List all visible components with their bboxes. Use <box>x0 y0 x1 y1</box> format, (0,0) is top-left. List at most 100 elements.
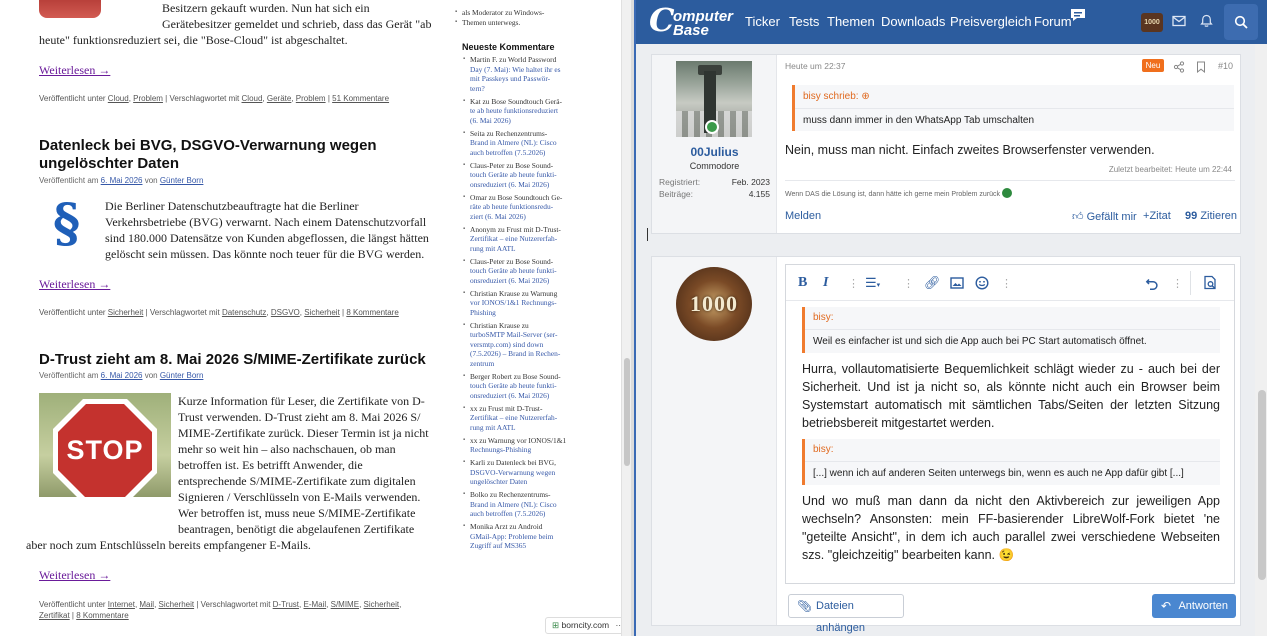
article-title[interactable]: D-Trust zieht am 8. Mai 2026 S/MIME-Zert… <box>39 351 426 369</box>
recent-comment-item[interactable]: Claus-Peter zu Bose Sound-touch Geräte a… <box>462 161 557 190</box>
nav-preisvergleich[interactable]: Preisvergleich <box>950 14 1032 29</box>
emoji-icon[interactable] <box>975 276 989 290</box>
recent-comments-title: Neueste Kommentare <box>462 42 555 52</box>
right-scrollbar[interactable] <box>1255 44 1267 636</box>
report-button[interactable]: Melden <box>785 210 821 222</box>
comments-link[interactable]: 8 Kommentare <box>346 308 398 317</box>
comment-line: zentrum <box>470 358 495 368</box>
post-timestamp[interactable]: Heute um 22:37 <box>785 61 845 71</box>
post-user-panel: 00Julius Commodore Registriert: Feb. 2023… <box>652 55 777 233</box>
article-title[interactable]: Datenleck bei BVG, DSGVO-Verwarnung wege… <box>39 137 377 155</box>
nav-ticker[interactable]: Ticker <box>745 14 780 29</box>
chat-icon[interactable] <box>1069 7 1087 23</box>
nav-downloads[interactable]: Downloads <box>881 14 945 29</box>
preview-icon[interactable] <box>1203 275 1218 290</box>
category-link[interactable]: Internet <box>108 600 135 609</box>
tag-link[interactable]: Zertifikat <box>39 611 70 620</box>
user-avatar-small[interactable]: 1000 <box>1141 13 1163 32</box>
right-scrollbar-thumb[interactable] <box>1258 390 1266 580</box>
mail-icon[interactable] <box>1172 15 1186 27</box>
tag-link[interactable]: Geräte <box>267 94 291 103</box>
borncity-badge[interactable]: ⊞ borncity.com ··· <box>545 617 630 634</box>
image-icon[interactable] <box>950 277 964 289</box>
recent-comment-item[interactable]: Seita zu Rechenzentrums-Brand in Almere … <box>462 129 557 158</box>
tag-link[interactable]: DSGVO <box>271 308 300 317</box>
link-icon[interactable]: 🔗︎ <box>924 275 941 291</box>
comment-line: rung mit AATL <box>470 422 516 432</box>
recent-comment-item[interactable]: Kat zu Bose Soundtouch Gerä-te ab heute … <box>462 97 562 126</box>
editor-content[interactable]: bisy: Weil es einfacher ist und sich die… <box>802 307 1220 564</box>
nav-forum[interactable]: Forum <box>1034 14 1072 29</box>
comments-link[interactable]: 8 Kommentare <box>76 611 128 620</box>
recent-comment-item[interactable]: Christian Krause zuturboSMTP Mail-Server… <box>462 321 560 369</box>
category-link[interactable]: Sicherheit <box>108 308 144 317</box>
recent-comment-item[interactable]: xx zu Warnung vor IONOS/1&1Rechnungs-Phi… <box>462 436 566 455</box>
tag-link[interactable]: Cloud <box>242 94 263 103</box>
tag-link[interactable]: D-Trust <box>273 600 299 609</box>
reply-editor[interactable]: B I ⋮ ☰▾ ⋮ 🔗︎ ⋮ ⋮ bisy: Weil es einfache… <box>785 264 1235 584</box>
tag-link[interactable]: S/MIME <box>331 600 359 609</box>
tag-link[interactable]: E-Mail <box>303 600 326 609</box>
recent-comment-item[interactable]: xx zu Frust mit D-Trust-Zertifikat – ein… <box>462 404 557 433</box>
date-link[interactable]: 6. Mai 2026 <box>101 176 143 185</box>
category-link[interactable]: Cloud <box>108 94 129 103</box>
left-scrollbar[interactable] <box>621 0 631 636</box>
search-button[interactable] <box>1224 4 1258 40</box>
post-username[interactable]: 00Julius <box>652 145 777 159</box>
quote-author[interactable]: bisy schrieb: ⊕ <box>803 91 870 102</box>
more-options-icon[interactable]: ⋮ <box>1001 277 1012 290</box>
left-scrollbar-thumb[interactable] <box>624 358 630 466</box>
editor-user-avatar[interactable]: 1000 <box>676 267 752 341</box>
tag-link[interactable]: Problem <box>296 94 326 103</box>
recent-comment-item[interactable]: Christian Krause zu Warnungvor IONOS/1&1… <box>462 289 557 318</box>
comments-link[interactable]: 51 Kommentare <box>332 94 389 103</box>
post-number[interactable]: #10 <box>1218 61 1233 71</box>
expand-quote-icon[interactable]: ⊕ <box>861 91 869 102</box>
category-link[interactable]: Sicherheit <box>159 600 195 609</box>
italic-icon[interactable]: I <box>823 275 828 291</box>
tag-link[interactable]: Sicherheit <box>304 308 340 317</box>
recent-comment-item[interactable]: Monika Arzt zu AndroidGMail-App: Problem… <box>462 522 553 551</box>
category-link[interactable]: Problem <box>133 94 163 103</box>
recent-comment-item[interactable]: Omar zu Bose Soundtouch Ge-räte ab heute… <box>462 193 562 222</box>
comment-line: Claus-Peter zu Bose Sound- <box>470 160 554 170</box>
recent-comment-item[interactable]: Berger Robert zu Bose Sound-touch Geräte… <box>462 372 561 401</box>
read-more-link[interactable]: Weiterlesen → <box>39 63 110 78</box>
more-options-icon[interactable]: ⋮ <box>848 277 859 290</box>
read-more-link[interactable]: Weiterlesen → <box>39 568 110 583</box>
bookmark-icon[interactable] <box>1196 61 1206 73</box>
recent-comment-item[interactable]: Claus-Peter zu Bose Sound-touch Geräte a… <box>462 257 557 286</box>
share-icon[interactable] <box>1173 61 1185 73</box>
attach-files-button[interactable]: 📎︎ Dateien anhängen <box>788 594 904 634</box>
article-text-line: betroffen ist. Es betrifft Anwender, die <box>178 458 363 472</box>
recent-comment-item[interactable]: Anonym zu Frust mit D-Trust-Zertifikat –… <box>462 225 561 254</box>
article-title-cont[interactable]: ungelöschter Daten <box>39 155 179 173</box>
cite-button[interactable]: 99 Zitieren <box>1185 210 1237 222</box>
recent-comment-item[interactable]: Karli zu Datenleck bei BVG,DSGVO-Verwarn… <box>462 458 556 487</box>
author-link[interactable]: Günter Born <box>160 176 204 185</box>
nav-themen[interactable]: Themen <box>827 14 875 29</box>
category-link[interactable]: Mail <box>139 600 154 609</box>
date-link[interactable]: 6. Mai 2026 <box>101 371 143 380</box>
meta-text: Veröffentlicht unter <box>39 308 108 317</box>
bold-icon[interactable]: B <box>798 275 807 291</box>
computerbase-logo[interactable]: C omputer Base <box>649 3 733 39</box>
nav-tests[interactable]: Tests <box>789 14 819 29</box>
read-more-link[interactable]: Weiterlesen → <box>39 277 110 292</box>
like-button[interactable]: 👍︎ Gefällt mir <box>1072 210 1137 223</box>
comment-line: touch Geräte ab heute funkti- <box>470 266 557 275</box>
recent-comment-item[interactable]: Bolko zu Rechenzentrums-Brand in Almere … <box>462 490 557 519</box>
tag-link[interactable]: Datenschutz <box>222 308 266 317</box>
list-icon[interactable]: ☰▾ <box>865 275 880 291</box>
author-link[interactable]: Günter Born <box>160 371 204 380</box>
article-byline: Veröffentlicht am 6. Mai 2026 von Günter… <box>39 371 203 380</box>
recent-comment-item[interactable]: Martin F. zu World PasswordDay (7. Mai):… <box>462 55 560 93</box>
bell-icon[interactable] <box>1200 14 1213 28</box>
reply-button[interactable]: ↶ Antworten <box>1152 594 1236 618</box>
add-quote-button[interactable]: +Zitat <box>1143 210 1171 222</box>
undo-icon[interactable] <box>1145 276 1159 290</box>
editor-paragraph: Und wo muß man dann da nicht den Aktivbe… <box>802 494 1220 562</box>
more-options-icon[interactable]: ⋮ <box>903 277 914 290</box>
tag-link[interactable]: Sicherheit <box>364 600 400 609</box>
more-options-icon[interactable]: ⋮ <box>1172 277 1183 290</box>
